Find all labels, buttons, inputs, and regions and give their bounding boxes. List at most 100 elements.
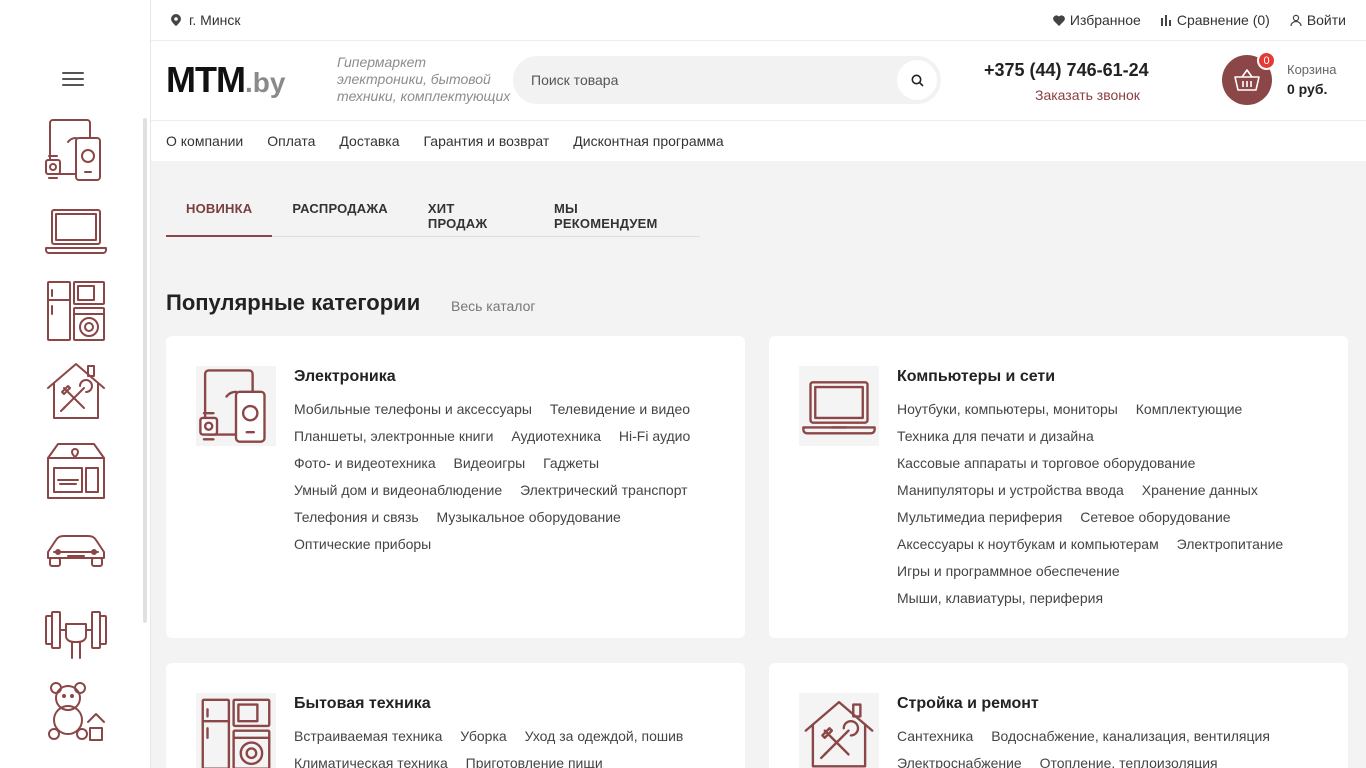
category-link[interactable]: Аксессуары к ноутбукам и компьютерам (897, 536, 1159, 552)
fitness-icon[interactable] (44, 598, 108, 662)
category-link[interactable]: Комплектующие (1136, 401, 1243, 417)
category-title[interactable]: Стройка и ремонт (897, 695, 1039, 713)
category-card-computers: Компьютеры и сети Ноутбуки, компьютеры, … (769, 336, 1348, 638)
left-sidebar (0, 0, 151, 768)
category-link[interactable]: Электропитание (1177, 536, 1284, 552)
category-link[interactable]: Планшеты, электронные книги (294, 428, 493, 444)
devices-icon (198, 368, 274, 444)
furniture-icon[interactable] (44, 438, 108, 502)
category-links: Ноутбуки, компьютеры, мониторы Комплекту… (897, 396, 1318, 612)
category-link[interactable]: Уход за одеждой, пошив (525, 728, 684, 744)
category-link[interactable]: Телефония и связь (294, 509, 419, 525)
category-link[interactable]: Электроснабжение (897, 755, 1022, 768)
devices-icon[interactable] (44, 118, 108, 182)
location-pin-icon (171, 14, 181, 26)
category-image[interactable] (799, 693, 879, 768)
category-link[interactable]: Водоснабжение, канализация, вентиляция (991, 728, 1270, 744)
category-link[interactable]: Мобильные телефоны и аксессуары (294, 401, 532, 417)
house-repair-icon[interactable] (44, 358, 108, 422)
category-link[interactable]: Сетевое оборудование (1080, 509, 1230, 525)
category-link[interactable]: Хранение данных (1142, 482, 1258, 498)
tab-new[interactable]: НОВИНКА (166, 187, 273, 237)
category-link[interactable]: Гаджеты (543, 455, 599, 471)
laptop-icon (801, 368, 877, 444)
sidebar-scrollbar[interactable] (143, 118, 147, 623)
product-tabs: НОВИНКА РАСПРОДАЖА ХИТ ПРОДАЖ МЫ РЕКОМЕН… (166, 187, 700, 237)
login-label: Войти (1306, 12, 1346, 28)
search-button[interactable] (897, 60, 937, 100)
compare-link[interactable]: Сравнение (0) (1160, 12, 1270, 28)
tab-bestseller[interactable]: ХИТ ПРОДАЖ (408, 187, 534, 237)
laptop-icon[interactable] (44, 198, 108, 262)
category-card-electronics: Электроника Мобильные телефоны и аксессу… (166, 336, 745, 638)
section-title: Популярные категории (166, 290, 421, 315)
cart-count-badge: 0 (1257, 51, 1276, 70)
category-title[interactable]: Электроника (294, 368, 396, 386)
favorites-link[interactable]: Избранное (1053, 12, 1141, 28)
category-title[interactable]: Компьютеры и сети (897, 368, 1055, 386)
tab-sale[interactable]: РАСПРОДАЖА (272, 187, 408, 237)
nav-discount[interactable]: Дисконтная программа (573, 133, 723, 149)
category-link[interactable]: Ноутбуки, компьютеры, мониторы (897, 401, 1118, 417)
nav-payment[interactable]: Оплата (267, 133, 315, 149)
search-box (513, 56, 941, 104)
login-link[interactable]: Войти (1290, 12, 1346, 28)
phone-number[interactable]: +375 (44) 746-61-24 (984, 60, 1149, 81)
nav-about[interactable]: О компании (166, 133, 243, 149)
top-bar: г. Минск Избранное Сравнение (0) Войти (151, 0, 1366, 41)
category-title[interactable]: Бытовая техника (294, 695, 431, 713)
all-catalog-link[interactable]: Весь каталог (451, 298, 535, 314)
callback-link[interactable]: Заказать звонок (1035, 87, 1140, 103)
category-link[interactable]: Климатическая техника (294, 755, 448, 768)
user-icon (1290, 14, 1302, 26)
car-icon[interactable] (44, 518, 108, 582)
category-link[interactable]: Сантехника (897, 728, 973, 744)
appliances-icon (198, 695, 274, 768)
site-logo[interactable]: MTM .by (166, 59, 285, 100)
category-image[interactable] (196, 693, 276, 768)
nav-delivery[interactable]: Доставка (339, 133, 399, 149)
category-link[interactable]: Телевидение и видео (550, 401, 690, 417)
category-links: Встраиваемая техника Уборка Уход за одеж… (294, 723, 715, 768)
category-card-construction: Стройка и ремонт Сантехника Водоснабжени… (769, 663, 1348, 768)
appliances-icon[interactable] (44, 278, 108, 342)
compare-icon (1160, 14, 1171, 26)
menu-icon[interactable] (62, 72, 84, 88)
category-link[interactable]: Встраиваемая техника (294, 728, 442, 744)
category-link[interactable]: Hi-Fi аудио (619, 428, 690, 444)
category-link[interactable]: Мыши, клавиатуры, периферия (897, 590, 1103, 606)
category-link[interactable]: Видеоигры (454, 455, 526, 471)
category-link[interactable]: Оптические приборы (294, 536, 431, 552)
cart-total: 0 руб. (1287, 81, 1328, 97)
category-link[interactable]: Электрический транспорт (520, 482, 688, 498)
compare-label: Сравнение (0) (1176, 12, 1270, 28)
tagline: Гипермаркет электроники, бытовой техники… (337, 54, 511, 104)
category-image[interactable] (799, 366, 879, 446)
main-nav: О компании Оплата Доставка Гарантия и во… (151, 121, 1366, 161)
search-icon (911, 74, 924, 87)
category-link[interactable]: Кассовые аппараты и торговое оборудовани… (897, 455, 1195, 471)
tab-recommended[interactable]: МЫ РЕКОМЕНДУЕМ (534, 187, 700, 237)
category-link[interactable]: Манипуляторы и устройства ввода (897, 482, 1124, 498)
category-link[interactable]: Мультимедиа периферия (897, 509, 1062, 525)
category-link[interactable]: Приготовление пищи (466, 755, 603, 768)
city-label: г. Минск (189, 12, 241, 28)
category-link[interactable]: Музыкальное оборудование (437, 509, 621, 525)
heart-icon (1053, 14, 1065, 26)
house-repair-icon (801, 695, 877, 768)
category-link[interactable]: Аудиотехника (511, 428, 601, 444)
category-link[interactable]: Техника для печати и дизайна (897, 428, 1094, 444)
city-selector[interactable]: г. Минск (171, 12, 241, 28)
cart-label[interactable]: Корзина (1287, 62, 1337, 77)
nav-warranty[interactable]: Гарантия и возврат (424, 133, 550, 149)
category-link[interactable]: Фото- и видеотехника (294, 455, 436, 471)
category-link[interactable]: Игры и программное обеспечение (897, 563, 1120, 579)
logo-text: MTM (166, 59, 246, 100)
category-card-appliances: Бытовая техника Встраиваемая техника Убо… (166, 663, 745, 768)
category-image[interactable] (196, 366, 276, 446)
category-link[interactable]: Отопление, теплоизоляция (1040, 755, 1218, 768)
toys-icon[interactable] (44, 678, 108, 742)
category-link[interactable]: Умный дом и видеонаблюдение (294, 482, 502, 498)
search-input[interactable] (531, 56, 891, 104)
category-link[interactable]: Уборка (460, 728, 506, 744)
